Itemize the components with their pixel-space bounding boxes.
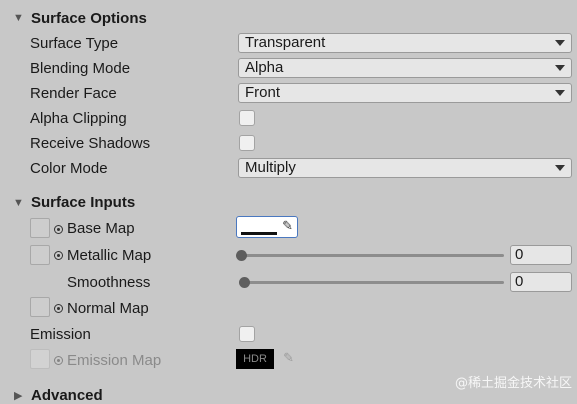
- metallic-slider-track[interactable]: [241, 254, 504, 257]
- render-face-value: Front: [245, 84, 281, 101]
- blending-mode-value: Alpha: [245, 59, 284, 76]
- surface-inspector: { "surface_options": { "header": "Surfac…: [0, 0, 577, 404]
- metallic-map-label: Metallic Map: [67, 247, 152, 264]
- smoothness-value: 0: [515, 273, 524, 290]
- emission-hdr-color-field: HDR ✎: [236, 348, 298, 370]
- emission-map-label: Emission Map: [67, 352, 162, 369]
- section-header-surface-options[interactable]: Surface Options: [31, 10, 147, 27]
- hdr-label: HDR: [243, 353, 267, 365]
- normal-map-label: Normal Map: [67, 300, 149, 317]
- metallic-map-picker-icon[interactable]: [44, 251, 64, 261]
- alpha-clipping-label: Alpha Clipping: [30, 110, 127, 127]
- surface-type-value: Transparent: [245, 34, 326, 51]
- foldout-arrow-surface-options[interactable]: ▼: [13, 12, 24, 24]
- blending-mode-label: Blending Mode: [30, 60, 131, 77]
- section-header-surface-inputs[interactable]: Surface Inputs: [31, 194, 135, 211]
- foldout-arrow-advanced[interactable]: ▶: [14, 389, 22, 402]
- emission-map-picker-icon: [44, 356, 64, 366]
- base-map-alpha-bar: [241, 232, 277, 235]
- normal-map-picker-icon[interactable]: [44, 304, 64, 314]
- receive-shadows-label: Receive Shadows: [30, 135, 151, 152]
- alpha-clipping-checkbox[interactable]: [239, 110, 255, 126]
- section-header-advanced[interactable]: Advanced: [31, 387, 103, 404]
- color-mode-label: Color Mode: [30, 160, 108, 177]
- metallic-value-field[interactable]: 0: [510, 245, 572, 265]
- smoothness-slider-track[interactable]: [244, 281, 504, 284]
- base-map-picker-icon[interactable]: [44, 225, 64, 235]
- emission-color-swatch: HDR: [236, 349, 274, 369]
- dropdown-arrow-icon: [555, 40, 565, 46]
- dropdown-arrow-icon: [555, 90, 565, 96]
- dropdown-arrow-icon: [555, 65, 565, 71]
- foldout-arrow-surface-inputs[interactable]: ▼: [13, 197, 24, 209]
- smoothness-value-field[interactable]: 0: [510, 272, 572, 292]
- base-map-color-swatch: [241, 220, 277, 232]
- metallic-slider-knob[interactable]: [236, 250, 247, 261]
- render-face-dropdown[interactable]: Front: [238, 83, 572, 103]
- watermark-text: @稀土掘金技术社区: [455, 376, 573, 391]
- smoothness-slider-knob[interactable]: [239, 277, 250, 288]
- render-face-label: Render Face: [30, 85, 117, 102]
- color-mode-value: Multiply: [245, 159, 296, 176]
- eyedropper-icon: ✎: [283, 350, 294, 365]
- smoothness-label: Smoothness: [67, 274, 151, 291]
- base-map-color-field[interactable]: ✎: [236, 216, 298, 238]
- metallic-value: 0: [515, 246, 524, 263]
- dropdown-arrow-icon: [555, 165, 565, 171]
- emission-checkbox[interactable]: [239, 326, 255, 342]
- surface-type-label: Surface Type: [30, 35, 119, 52]
- receive-shadows-checkbox[interactable]: [239, 135, 255, 151]
- eyedropper-icon[interactable]: ✎: [282, 218, 293, 234]
- blending-mode-dropdown[interactable]: Alpha: [238, 58, 572, 78]
- emission-label: Emission: [30, 326, 91, 343]
- base-map-label: Base Map: [67, 220, 135, 237]
- color-mode-dropdown[interactable]: Multiply: [238, 158, 572, 178]
- surface-type-dropdown[interactable]: Transparent: [238, 33, 572, 53]
